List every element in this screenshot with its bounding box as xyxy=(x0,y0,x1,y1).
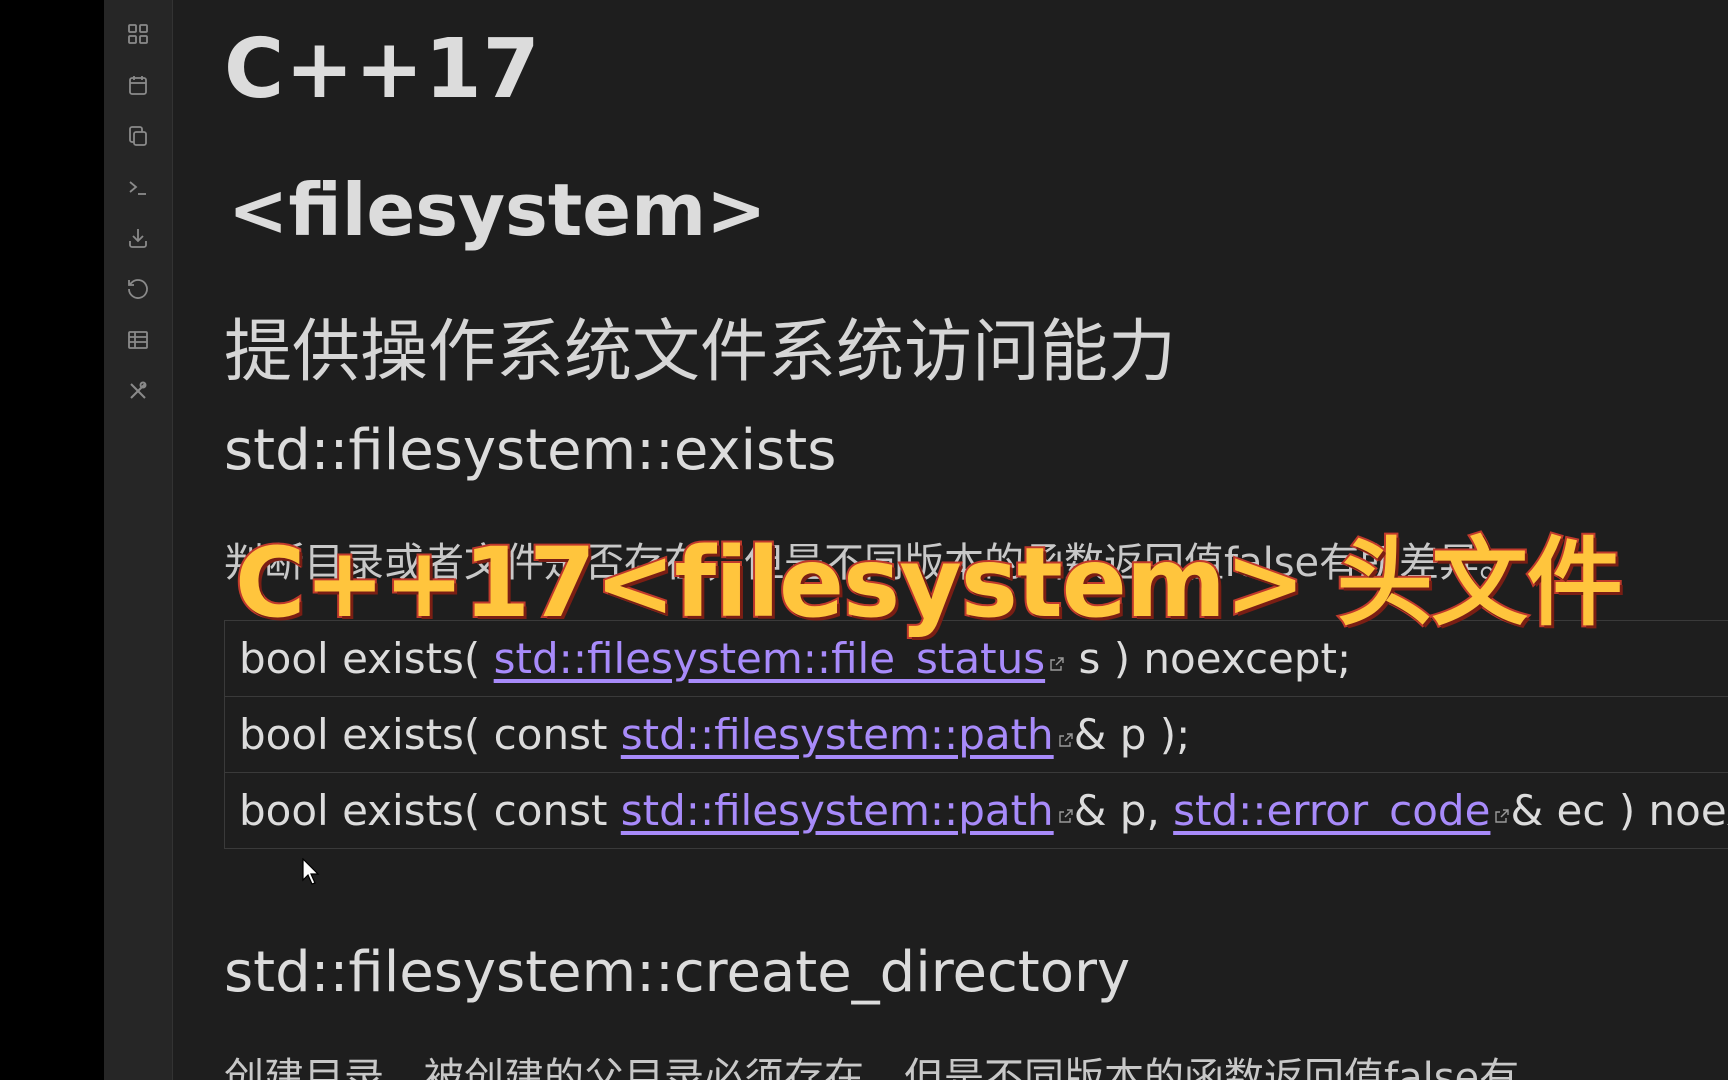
signature-row: bool exists( const std::filesystem::path… xyxy=(225,697,1728,773)
external-link-icon xyxy=(1058,709,1074,747)
signature-row: bool exists( const std::filesystem::path… xyxy=(225,773,1728,848)
dashboard-icon[interactable] xyxy=(124,20,152,48)
video-overlay-title: C++17<filesystem> 头文件 xyxy=(233,525,1625,641)
terminal-icon[interactable] xyxy=(124,173,152,201)
signature-suffix: & p ); xyxy=(1073,710,1191,759)
undo-icon[interactable] xyxy=(124,275,152,303)
error-code-link[interactable]: std::error_code xyxy=(1173,786,1490,835)
heading-cpp17: C++17 xyxy=(224,22,541,117)
filesystem-description: 提供操作系统文件系统访问能力 xyxy=(224,313,1177,392)
heading-filesystem: <filesystem> xyxy=(228,168,767,252)
screen: C++17 <filesystem> 提供操作系统文件系统访问能力 std::f… xyxy=(0,0,1728,1080)
external-link-icon xyxy=(1058,785,1074,823)
external-link-icon xyxy=(1494,785,1510,823)
download-icon[interactable] xyxy=(124,224,152,252)
calendar-icon[interactable] xyxy=(124,71,152,99)
heading-create-directory: std::filesystem::create_directory xyxy=(224,940,1131,1005)
left-margin xyxy=(0,0,104,1080)
signature-suffix: & ec ) noexcept; xyxy=(1510,786,1728,835)
exists-signature-table: bool exists( std::filesystem::file_statu… xyxy=(224,620,1728,849)
table-icon[interactable] xyxy=(124,326,152,354)
heading-exists: std::filesystem::exists xyxy=(224,418,837,483)
copy-icon[interactable] xyxy=(124,122,152,150)
tools-icon[interactable] xyxy=(124,377,152,405)
path-link[interactable]: std::filesystem::path xyxy=(621,710,1054,759)
path-link[interactable]: std::filesystem::path xyxy=(621,786,1054,835)
create-directory-description: 创建目录，被创建的父目录必须存在，但是不同版本的函数返回值false有 xyxy=(224,1055,1520,1080)
signature-prefix: bool exists( const xyxy=(239,710,621,759)
signature-middle: & p, xyxy=(1073,786,1174,835)
mouse-cursor-icon xyxy=(302,858,320,885)
signature-prefix: bool exists( const xyxy=(239,786,621,835)
left-ribbon xyxy=(104,0,173,1080)
